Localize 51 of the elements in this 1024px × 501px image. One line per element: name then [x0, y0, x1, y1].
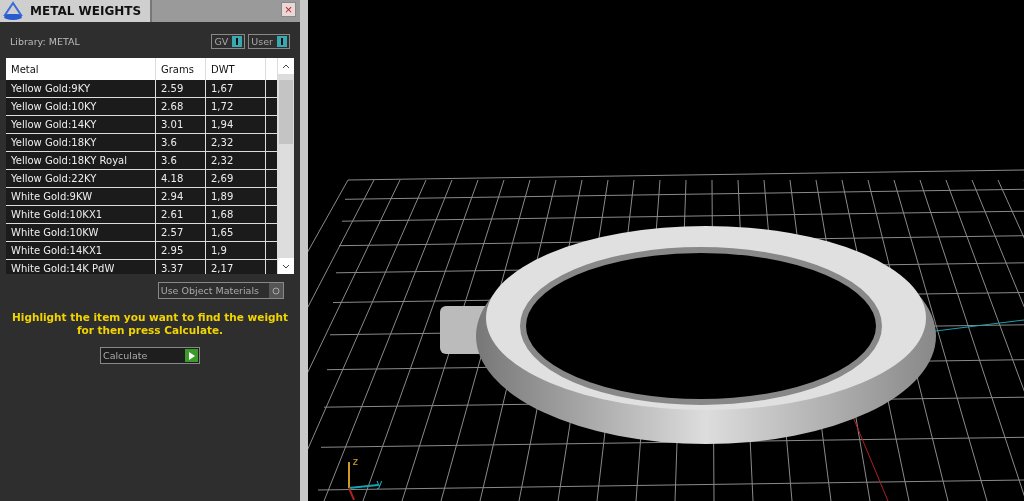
table-cell: 2.94 — [156, 188, 206, 205]
toggle-button[interactable]: User — [248, 33, 290, 49]
table-cell: 2,32 — [206, 152, 266, 169]
table-cell: 1,68 — [206, 206, 266, 223]
table-cell: 1,67 — [206, 80, 266, 97]
table-cell: 2.59 — [156, 80, 206, 97]
table-cell: 3.01 — [156, 116, 206, 133]
toggle-button[interactable]: GV — [211, 33, 246, 49]
play-icon — [188, 351, 195, 360]
table-cell: White Gold:9KW — [6, 188, 156, 205]
table-cell: 2.95 — [156, 242, 206, 259]
scroll-up-icon[interactable] — [282, 63, 290, 69]
column-header[interactable]: Grams — [156, 58, 206, 80]
table-cell: 1,72 — [206, 98, 266, 115]
library-label: Library: METAL — [10, 35, 81, 47]
column-header[interactable]: DWT — [206, 58, 266, 80]
table-cell: White Gold:14K PdW — [6, 260, 156, 274]
table-cell: 1,94 — [206, 116, 266, 133]
table-cell: 3.37 — [156, 260, 206, 274]
table-cell: 2,32 — [206, 134, 266, 151]
table-cell: Yellow Gold:18KY Royal — [6, 152, 156, 169]
instruction-text: Highlight the item you want to find the weight for then press Calculate. — [11, 311, 289, 337]
table-cell: 2.57 — [156, 224, 206, 241]
table-cell: White Gold:10KX1 — [6, 206, 156, 223]
scroll-down-icon[interactable] — [282, 263, 290, 269]
table-cell: Yellow Gold:9KY — [6, 80, 156, 97]
table-cell: White Gold:14KX1 — [6, 242, 156, 259]
table-cell: 4.18 — [156, 170, 206, 187]
panel-title: METAL WEIGHTS — [30, 4, 142, 18]
table-cell: White Gold:10KW — [6, 224, 156, 241]
table-cell: 2,17 — [206, 260, 266, 274]
axis-label: y — [376, 477, 383, 490]
close-button[interactable]: × — [281, 2, 296, 17]
calculate-button[interactable]: Calculate — [100, 347, 200, 364]
table-cell: 1,9 — [206, 242, 266, 259]
table-cell: 2.68 — [156, 98, 206, 115]
table-cell: 3.6 — [156, 134, 206, 151]
table-cell: 1,89 — [206, 188, 266, 205]
table-cell: 3.6 — [156, 152, 206, 169]
table-cell: 2.61 — [156, 206, 206, 223]
axis-label: z — [352, 455, 359, 468]
table-cell: Yellow Gold:22KY — [6, 170, 156, 187]
table-cell: 1,65 — [206, 224, 266, 241]
column-header[interactable]: Metal — [6, 58, 156, 80]
table-cell: Yellow Gold:14KY — [6, 116, 156, 133]
use-object-materials-toggle[interactable]: Use Object Materials — [157, 282, 284, 299]
table-cell: Yellow Gold:10KY — [6, 98, 156, 115]
table-cell: Yellow Gold:18KY — [6, 134, 156, 151]
logo-icon — [2, 1, 24, 21]
table-cell: 2,69 — [206, 170, 266, 187]
scrollbar[interactable] — [278, 58, 294, 274]
